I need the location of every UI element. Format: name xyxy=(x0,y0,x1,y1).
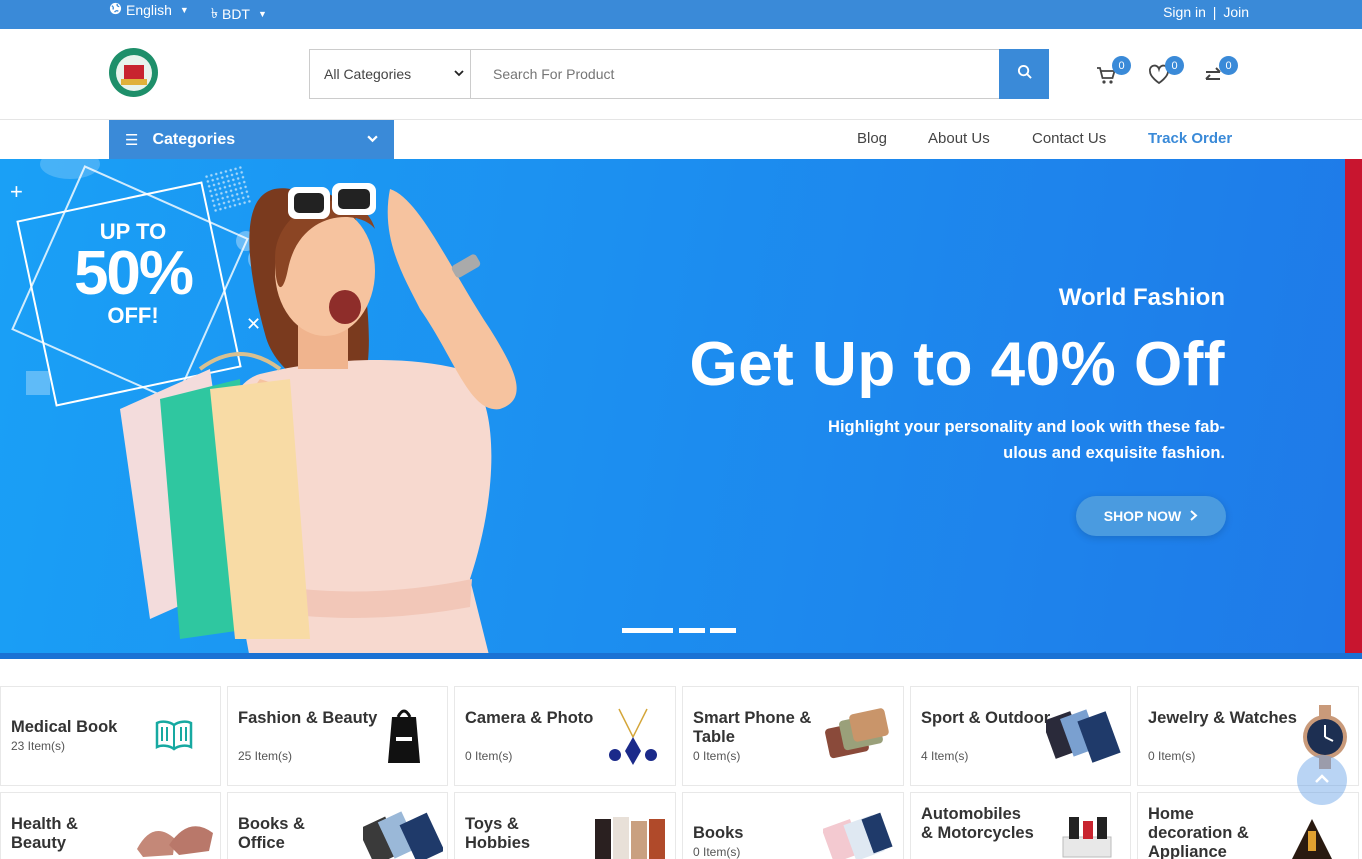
category-name: Jewelry & Watches xyxy=(1148,709,1297,727)
category-name: Camera & Photo xyxy=(465,709,594,727)
chevron-down-icon xyxy=(367,133,378,147)
category-name: Automobiles & Motorcycles xyxy=(921,805,1034,842)
cart-icon xyxy=(1095,67,1117,90)
category-card[interactable]: Health & Beauty xyxy=(0,792,221,859)
category-card[interactable]: Camera & Photo 0 Item(s) xyxy=(454,686,676,786)
category-name: Health & Beauty xyxy=(11,815,78,852)
join-link[interactable]: Join xyxy=(1223,4,1249,20)
car-care-kit-image xyxy=(1062,817,1112,858)
backpack-image xyxy=(388,709,420,763)
scroll-to-top-button[interactable] xyxy=(1297,755,1347,805)
category-name: Medical Book xyxy=(11,718,118,736)
category-count: 0 Item(s) xyxy=(1148,749,1196,763)
shirts-stack-image xyxy=(823,812,893,859)
wishlist-button[interactable]: 0 xyxy=(1148,56,1184,90)
category-count: 23 Item(s) xyxy=(11,739,66,753)
top-bar: English ▼ ৳ BDT ▼ Sign in | Join xyxy=(0,0,1362,29)
category-card[interactable]: Automobiles & Motorcycles xyxy=(910,792,1131,859)
category-name: Toys & Hobbies xyxy=(465,815,531,852)
slide-indicator-1[interactable] xyxy=(622,628,673,633)
shop-now-button[interactable]: SHOP NOW xyxy=(1076,496,1226,536)
nav-link-contact-us[interactable]: Contact Us xyxy=(1032,130,1106,147)
clothes-rack-image xyxy=(595,817,665,859)
globe-icon xyxy=(109,2,122,18)
search-bar: All Categories xyxy=(309,49,1049,99)
language-label: English xyxy=(126,2,172,18)
category-name: Home decoration & Appliance xyxy=(1148,805,1249,859)
slide-indicator-2[interactable] xyxy=(679,628,705,633)
plus-decor-icon: + xyxy=(10,179,23,204)
category-name: Sport & Outdoor xyxy=(921,709,1051,727)
hero-model-image xyxy=(120,183,517,659)
category-name: Books & Office xyxy=(238,815,305,852)
hamburger-icon: ☰ xyxy=(125,131,139,149)
search-input[interactable] xyxy=(471,50,999,98)
nav-link-track-order[interactable]: Track Order xyxy=(1148,130,1232,147)
site-logo[interactable] xyxy=(109,48,158,97)
chevron-down-icon: ▼ xyxy=(257,9,267,19)
category-name: Books xyxy=(693,824,744,842)
category-name: Smart Phone & Table xyxy=(693,709,812,746)
chevron-down-icon: ▼ xyxy=(179,5,189,15)
cart-button[interactable]: 0 xyxy=(1095,56,1131,90)
heart-icon xyxy=(1148,64,1170,90)
compare-count-badge: 0 xyxy=(1219,56,1238,75)
currency-selector[interactable]: ৳ BDT ▼ xyxy=(211,2,267,26)
compare-arrows-icon xyxy=(1202,67,1224,90)
category-count: 4 Item(s) xyxy=(921,749,969,763)
taka-icon: ৳ xyxy=(211,5,218,21)
wishlist-count-badge: 0 xyxy=(1165,56,1184,75)
logo-emblem xyxy=(115,54,152,91)
search-button[interactable] xyxy=(999,49,1049,99)
clothing-image xyxy=(1046,709,1121,763)
sign-in-link[interactable]: Sign in xyxy=(1163,4,1206,20)
category-card[interactable]: Medical Book 23 Item(s) xyxy=(0,686,221,786)
auth-separator: | xyxy=(1212,4,1217,20)
heels-image xyxy=(137,826,213,857)
compare-button[interactable]: 0 xyxy=(1202,56,1238,90)
wallets-image xyxy=(825,708,889,759)
chevron-right-icon xyxy=(1189,508,1198,524)
category-card[interactable]: Sport & Outdoor 4 Item(s) xyxy=(910,686,1131,786)
decor-square xyxy=(26,371,50,395)
category-card[interactable]: Toys & Hobbies xyxy=(454,792,676,859)
book-icon xyxy=(155,720,193,751)
categories-label: Categories xyxy=(152,130,236,148)
category-card[interactable]: Books 0 Item(s) xyxy=(682,792,904,859)
auth-links: Sign in | Join xyxy=(1163,4,1249,20)
jewelry-image xyxy=(609,708,657,765)
chevron-down-icon xyxy=(454,68,464,81)
category-select[interactable]: All Categories xyxy=(310,50,471,98)
language-selector[interactable]: English ▼ xyxy=(109,2,189,18)
category-count: 25 Item(s) xyxy=(238,749,293,763)
hero-subtitle: World Fashion xyxy=(1058,284,1225,311)
category-card[interactable]: Fashion & Beauty 25 Item(s) xyxy=(227,686,448,786)
slide-indicator-3[interactable] xyxy=(710,628,736,633)
category-count: 0 Item(s) xyxy=(465,749,513,763)
hero-banner: + ✕ UP TO 50% OFF! World Fashion Get Up … xyxy=(0,159,1345,659)
cart-count-badge: 0 xyxy=(1112,56,1131,75)
currency-label: BDT xyxy=(221,6,250,22)
category-card[interactable]: Books & Office xyxy=(227,792,448,859)
next-slide-edge xyxy=(1345,159,1362,659)
category-name: Fashion & Beauty xyxy=(238,709,378,727)
nav-link-about-us[interactable]: About Us xyxy=(928,130,990,147)
shop-now-label: SHOP NOW xyxy=(1103,508,1182,524)
hero-title: Get Up to 40% Off xyxy=(689,330,1225,399)
categories-menu-button[interactable]: ☰ Categories xyxy=(109,120,394,159)
hero-bottom-strip xyxy=(0,653,1362,659)
category-count: 0 Item(s) xyxy=(693,845,741,859)
category-count: 0 Item(s) xyxy=(693,749,741,763)
search-icon xyxy=(1017,64,1032,84)
chevron-up-icon xyxy=(1314,771,1330,789)
category-card[interactable]: Smart Phone & Table 0 Item(s) xyxy=(682,686,904,786)
nav-link-blog[interactable]: Blog xyxy=(857,130,887,147)
shirts-image xyxy=(363,811,443,859)
category-select-value: All Categories xyxy=(324,66,412,82)
hero-description: Highlight your personality and look with… xyxy=(828,418,1225,462)
appliance-image xyxy=(1292,819,1332,859)
